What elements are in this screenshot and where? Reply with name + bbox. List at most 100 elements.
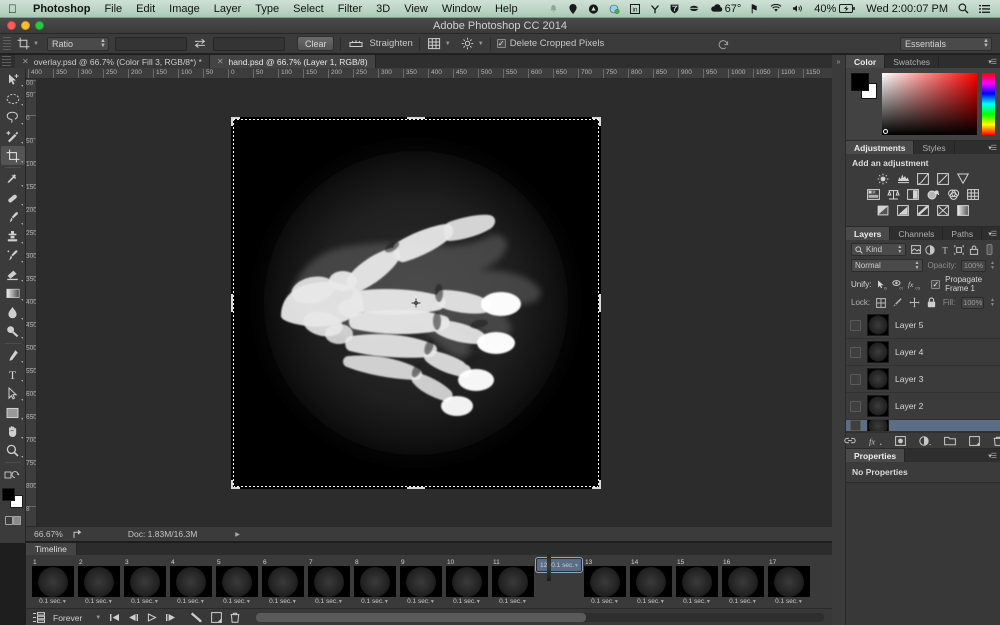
layer-visibility-toggle[interactable]	[850, 319, 861, 331]
crop-grid-icon[interactable]	[426, 36, 444, 52]
quick-mask-icon[interactable]	[1, 511, 25, 530]
tab-paths[interactable]: Paths	[943, 227, 983, 240]
canvas-area[interactable]	[37, 79, 832, 526]
brightness-contrast-icon[interactable]	[876, 172, 891, 185]
next-frame-icon[interactable]	[165, 613, 176, 622]
search-icon[interactable]	[953, 3, 974, 14]
clear-button[interactable]: Clear	[296, 36, 335, 51]
color-swatches[interactable]	[1, 487, 25, 509]
tab-color[interactable]: Color	[846, 55, 886, 68]
frame-duration[interactable]: 0.1 sec.▼	[722, 597, 764, 607]
gradient-icon[interactable]	[1, 284, 25, 303]
frame-1[interactable]: 1 0.1 sec.▼	[30, 558, 76, 607]
frame-duration[interactable]: 0.1 sec.▼	[354, 597, 396, 607]
link-layers-icon[interactable]	[843, 436, 856, 445]
menu-filter[interactable]: Filter	[331, 0, 369, 18]
previous-frame-icon[interactable]	[128, 613, 139, 622]
type-layer-filter-icon[interactable]: T	[940, 243, 951, 256]
frame-duration[interactable]: 0.1 sec.▼	[32, 597, 74, 607]
straighten-icon[interactable]	[347, 36, 365, 52]
menu-type[interactable]: Type	[248, 0, 286, 18]
menu-view[interactable]: View	[397, 0, 435, 18]
frame-6[interactable]: 6 0.1 sec.▼	[260, 558, 306, 607]
layer-thumbnail[interactable]	[867, 314, 889, 336]
linkedin-icon[interactable]: in	[625, 3, 645, 14]
sv-cursor[interactable]	[883, 129, 888, 134]
play-icon[interactable]	[147, 613, 157, 622]
vertical-ruler[interactable]: 00 50 0 50 100 150 200 250 300 350 400 4…	[26, 79, 37, 526]
smart-object-filter-icon[interactable]	[969, 243, 980, 256]
tab-layers[interactable]: Layers	[846, 227, 891, 240]
menu-3d[interactable]: 3D	[369, 0, 397, 18]
horizontal-ruler[interactable]: 400 350 300 250 200 150 100 50 0 50 100 …	[26, 68, 832, 79]
right-panel-grip[interactable]: »	[832, 55, 846, 625]
filter-toggle-icon[interactable]	[984, 243, 995, 256]
coffee-icon[interactable]	[684, 4, 705, 13]
lock-image-icon[interactable]	[892, 296, 903, 309]
battery-icon[interactable]: 40%	[809, 0, 861, 18]
curves-icon[interactable]	[916, 172, 931, 185]
lock-position-icon[interactable]	[909, 296, 921, 309]
crop-tool-icon[interactable]	[14, 36, 32, 52]
crop-grid-caret[interactable]: ▼	[445, 41, 451, 47]
layer-visibility-toggle[interactable]	[850, 346, 861, 358]
gradient-map-icon[interactable]	[956, 204, 971, 217]
crop-handle-tr2[interactable]	[599, 117, 601, 126]
layer-row-4[interactable]: Layer 4	[846, 339, 1000, 366]
pen-icon[interactable]	[1, 346, 25, 365]
droplet-icon[interactable]	[1, 303, 25, 322]
reset-icon[interactable]	[714, 36, 732, 52]
close-icon[interactable]: ✕	[22, 57, 29, 66]
exposure-icon[interactable]	[936, 172, 951, 185]
triangle-right-icon[interactable]: ▶	[207, 531, 240, 538]
workspace-select[interactable]: Essentials ▲ ▼	[900, 36, 992, 51]
delete-cropped-pixels-checkbox[interactable]: ✓	[496, 39, 506, 48]
unify-style-icon[interactable]: fx co	[908, 278, 920, 291]
frame-15[interactable]: 15 0.1 sec.▼	[674, 558, 720, 607]
hue-saturation-icon[interactable]	[866, 188, 881, 201]
menu-layer[interactable]: Layer	[207, 0, 249, 18]
convert-to-video-timeline-icon[interactable]	[32, 612, 45, 623]
frame-3[interactable]: 3 0.1 sec.▼	[122, 558, 168, 607]
layer-mask-icon[interactable]	[894, 435, 906, 446]
frame-9[interactable]: 9 0.1 sec.▼	[398, 558, 444, 607]
notification-center-icon[interactable]	[974, 4, 995, 14]
posterize-icon[interactable]	[896, 204, 911, 217]
trash-icon[interactable]	[230, 612, 240, 623]
frame-2[interactable]: 2 0.1 sec.▼	[76, 558, 122, 607]
dropbox-icon[interactable]	[563, 3, 583, 14]
volume-icon[interactable]	[787, 4, 809, 13]
panel-menu-icon[interactable]: ▾☰	[988, 58, 997, 66]
straighten-label[interactable]: Straighten	[365, 38, 412, 49]
tab-bar-grip[interactable]	[2, 56, 11, 67]
selective-color-icon[interactable]	[936, 204, 951, 217]
menu-help[interactable]: Help	[488, 0, 525, 18]
duplicate-frame-icon[interactable]	[211, 612, 223, 623]
crop-settings-caret[interactable]: ▼	[478, 41, 484, 47]
brush-icon[interactable]	[1, 208, 25, 227]
pixel-layer-filter-icon[interactable]	[910, 243, 921, 256]
frame-16[interactable]: 16 0.1 sec.▼	[720, 558, 766, 607]
panel-menu-icon[interactable]: ▾☰	[988, 452, 997, 460]
apple-icon[interactable]: 	[0, 3, 26, 15]
frame-14[interactable]: 14 0.1 sec.▼	[628, 558, 674, 607]
frame-duration[interactable]: 0.1 sec.▼	[308, 597, 350, 607]
timeline-scrollbar[interactable]	[256, 613, 824, 622]
history-brush-icon[interactable]	[1, 246, 25, 265]
frame-17[interactable]: 17 0.1 sec.▼	[766, 558, 812, 607]
frame-duration[interactable]: 0.1 sec.▼	[676, 597, 718, 607]
artboard[interactable]	[231, 117, 601, 489]
layer-filter-kind-select[interactable]: Kind ▲ ▼	[851, 243, 907, 256]
frame-11[interactable]: 11 0.1 sec.▼	[490, 558, 536, 607]
tab-swatches[interactable]: Swatches	[885, 55, 940, 68]
frame-duration[interactable]: 0.1 sec.▼	[492, 597, 534, 607]
sync-icon[interactable]	[604, 4, 625, 14]
tween-icon[interactable]	[190, 612, 203, 623]
rectangle-icon[interactable]	[1, 403, 25, 422]
bell-icon[interactable]	[544, 4, 563, 14]
saturation-value-field[interactable]	[882, 73, 977, 135]
layer-thumbnail[interactable]	[867, 341, 889, 363]
bandage-icon[interactable]	[1, 189, 25, 208]
photo-filter-icon[interactable]	[926, 188, 941, 201]
frame-duration[interactable]: 0.1 sec.▼	[170, 597, 212, 607]
